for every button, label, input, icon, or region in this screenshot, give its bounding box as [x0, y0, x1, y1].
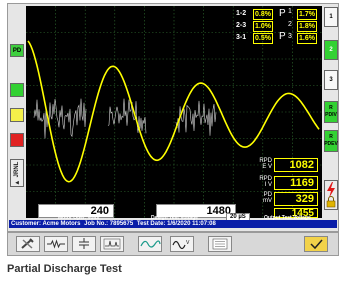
rpd-ev-value: 1082: [274, 158, 318, 172]
p-pct-3: 1.6%: [297, 33, 317, 44]
p-sub-2: 2: [288, 21, 292, 28]
tester-window: PD ► JRNL 1-2 0.8% 2-3 1.0% 3-1 0.5% P 1…: [7, 3, 339, 232]
p-sub-1: 1: [288, 8, 292, 15]
phase-label-1-2: 1-2: [236, 10, 247, 17]
phase1-indicator[interactable]: [10, 83, 24, 97]
phase-pct-3-1: 0.5%: [253, 33, 273, 44]
wave-icon[interactable]: [138, 236, 162, 252]
svg-text:V: V: [186, 240, 190, 246]
lightning-lock-icon: [326, 182, 336, 208]
rpd-iv-value: 1169: [274, 176, 318, 190]
phase-label-2-3: 2-3: [236, 22, 247, 29]
p-pct-2: 1.8%: [297, 21, 317, 32]
pdiv-button[interactable]: R PDIV: [324, 101, 338, 123]
bottom-toolbar: V: [7, 232, 339, 256]
phase-3-button[interactable]: 3: [324, 70, 338, 90]
oscilloscope-display: 1-2 0.8% 2-3 1.0% 3-1 0.5% P 1 1.7% 2 1.…: [26, 6, 322, 218]
pd-mv-label: PD mV: [263, 192, 272, 204]
customer-text: Customer: Acme Motors: [11, 221, 81, 227]
wrench-icon[interactable]: [16, 236, 40, 252]
phase-label-3-1: 3-1: [236, 34, 247, 41]
waveform-icon[interactable]: V: [170, 236, 194, 252]
p-pct-1: 1.7%: [297, 9, 317, 20]
phase2-indicator[interactable]: [10, 108, 24, 122]
p-sub-3: 3: [288, 33, 292, 40]
pd-mv-value: 329: [274, 192, 318, 206]
p-symbol: P: [279, 8, 286, 19]
job-number-text: Job No.: 7895675: [84, 221, 134, 227]
pulse-icon[interactable]: [100, 236, 124, 252]
hv-lock-button[interactable]: [324, 180, 338, 210]
phase-1-button[interactable]: 1: [324, 7, 338, 27]
phase3-indicator[interactable]: [10, 133, 24, 147]
pd-noise-trace: [33, 98, 217, 139]
rpd-ev-label: RPD E V: [259, 158, 272, 170]
phase-pct-2-3: 1.0%: [253, 21, 273, 32]
resistor-icon[interactable]: [44, 236, 68, 252]
page-caption: Partial Discharge Test: [7, 263, 122, 275]
test-date-text: Test Date: 1/6/2020 11:07:08: [136, 221, 216, 227]
test-info-bar: Customer: Acme Motors Job No.: 7895675 T…: [9, 220, 337, 228]
pdev-button[interactable]: R PDEV: [324, 130, 338, 152]
pd-button[interactable]: PD: [10, 44, 24, 57]
journal-button[interactable]: ► JRNL: [10, 159, 24, 187]
check-icon[interactable]: [304, 236, 328, 252]
phase-2-button[interactable]: 2: [324, 40, 338, 60]
list-icon[interactable]: [208, 236, 232, 252]
phase-pct-1-2: 0.8%: [253, 9, 273, 20]
p-symbol-3: P: [279, 31, 286, 42]
capacitor-icon[interactable]: [72, 236, 96, 252]
rpd-iv-label: RPD I V: [259, 176, 272, 188]
